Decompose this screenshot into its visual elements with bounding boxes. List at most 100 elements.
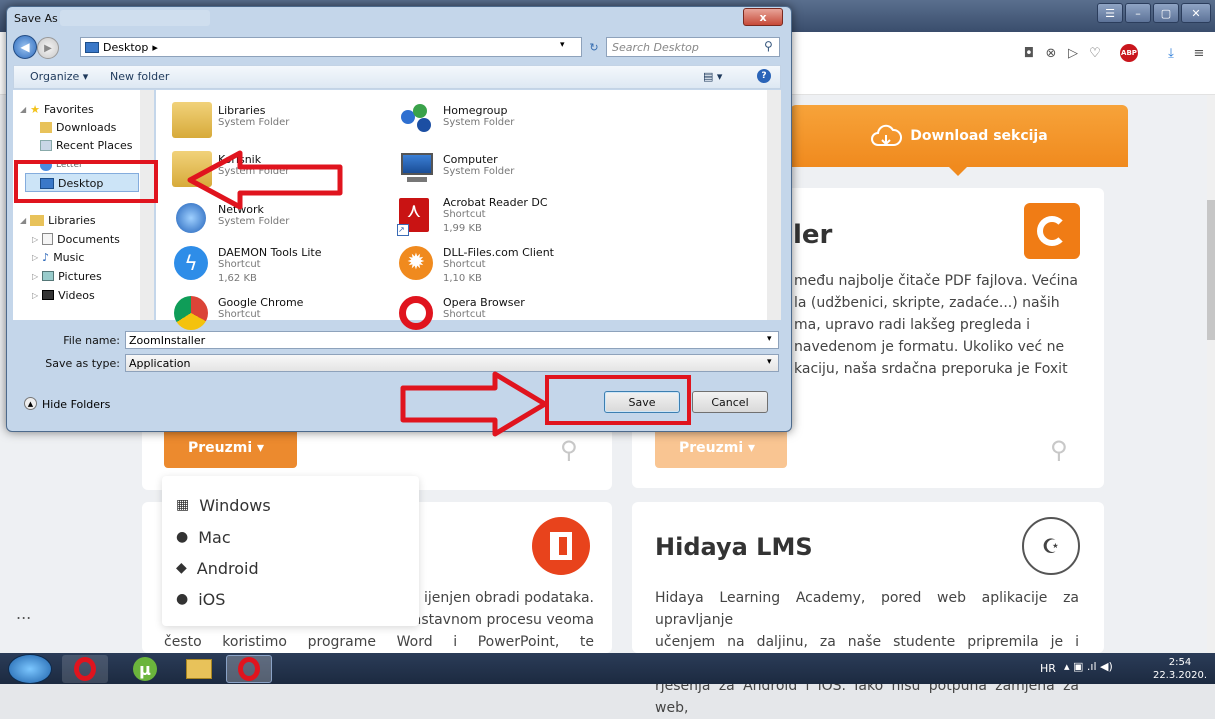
preuzmi-button-left[interactable]: Preuzmi ▾ <box>164 428 297 468</box>
cross-circle-icon[interactable]: ⊗ <box>1042 44 1060 62</box>
downloads-folder-icon <box>40 121 52 133</box>
file-list-scrollbar[interactable] <box>767 90 781 320</box>
browser-close-button[interactable]: ✕ <box>1181 3 1211 23</box>
address-bar[interactable]: Desktop ▸ <box>80 37 582 57</box>
chevron-up-icon[interactable]: ▲ <box>24 397 37 410</box>
nav-videos[interactable]: ▷ Videos <box>32 287 95 303</box>
link-icon-right[interactable]: ⚲ <box>1050 436 1068 464</box>
nav-recent-places[interactable]: Recent Places <box>40 137 133 153</box>
libraries-folder-icon <box>172 102 212 138</box>
apple-icon: ● <box>176 529 189 545</box>
start-button[interactable] <box>8 654 52 684</box>
nav-favorites[interactable]: ◢ ★ Favorites <box>20 101 94 117</box>
hidaya-title: Hidaya LMS <box>655 533 813 561</box>
send-icon[interactable]: ▷ <box>1064 44 1082 62</box>
cancel-button[interactable]: Cancel <box>692 391 768 413</box>
dropdown-item-mac[interactable]: ● Mac <box>176 526 231 548</box>
music-icon: ♪ <box>42 250 50 264</box>
preuzmi-button-right[interactable]: Preuzmi ▾ <box>655 428 787 468</box>
desktop-icon <box>85 41 99 53</box>
download-icon[interactable]: ⤓ <box>1162 44 1180 62</box>
annotation-box-save <box>545 375 691 425</box>
hide-folders-button[interactable]: Hide Folders <box>42 398 110 411</box>
computer-icon <box>397 151 437 187</box>
android-icon: ◆ <box>176 560 187 576</box>
annotation-arrow-right-icon <box>400 371 548 437</box>
taskbar-opera-icon[interactable] <box>62 655 108 683</box>
file-item-homegroup[interactable]: Homegroup System Folder <box>397 102 607 142</box>
annotation-box-desktop <box>14 160 158 203</box>
search-icon[interactable]: ⚲ <box>764 39 773 53</box>
more-menu-icon[interactable]: ... <box>16 604 31 623</box>
dialog-close-button[interactable]: x <box>743 8 783 26</box>
file-item-opera[interactable]: Opera Browser Shortcut <box>397 294 607 334</box>
view-options-icon[interactable]: ▤ ▾ <box>703 70 722 83</box>
foxit-logo <box>1024 203 1080 259</box>
refresh-icon[interactable]: ↻ <box>584 37 604 57</box>
new-folder-button[interactable]: New folder <box>110 70 169 83</box>
back-arrow-icon[interactable]: ◀ <box>13 35 37 59</box>
nav-libraries[interactable]: ◢ Libraries <box>20 212 96 228</box>
file-item-daemon-tools[interactable]: ϟ DAEMON Tools Lite Shortcut 1,62 KB <box>172 244 382 284</box>
taskbar-utorrent-icon[interactable]: µ <box>122 655 168 683</box>
language-indicator[interactable]: HR <box>1040 662 1056 675</box>
download-section-tab[interactable]: Download sekcija <box>790 105 1128 167</box>
save-type-label: Save as type: <box>45 357 120 370</box>
cloud-download-icon <box>871 124 903 146</box>
annotation-arrow-left-icon <box>187 150 343 210</box>
hidaya-logo: ☪ <box>1022 517 1080 575</box>
documents-icon <box>42 233 54 245</box>
file-name-input[interactable]: ZoomInstaller <box>125 331 779 349</box>
clock[interactable]: 2:54 22.3.2020. <box>1150 656 1210 682</box>
daemon-tools-icon: ϟ <box>172 244 212 280</box>
file-item-dll-files[interactable]: ✹ DLL-Files.com Client Shortcut 1,10 KB <box>397 244 607 284</box>
menu-icon[interactable]: ☰ <box>1097 3 1123 23</box>
organize-menu[interactable]: Organize ▾ <box>30 70 88 83</box>
file-item-libraries[interactable]: Libraries System Folder <box>172 102 382 142</box>
star-icon: ★ <box>30 102 41 116</box>
apple-icon: ● <box>176 591 189 607</box>
adblock-icon[interactable]: ABP <box>1120 44 1138 62</box>
page-scrollbar[interactable] <box>1207 95 1215 653</box>
dropdown-item-windows[interactable]: ▦ Windows <box>176 494 271 516</box>
file-item-computer[interactable]: Computer System Folder <box>397 151 607 191</box>
link-icon-left[interactable]: ⚲ <box>560 436 578 464</box>
videos-icon <box>42 290 55 300</box>
tray-icons[interactable]: ▴ ▣ .ıl ◀) <box>1064 660 1113 673</box>
recent-places-icon <box>40 139 52 151</box>
chrome-icon <box>172 294 212 330</box>
download-section-label: Download sekcija <box>910 128 1048 144</box>
foxit-title: ler <box>793 220 833 250</box>
taskbar-opera-active-icon[interactable] <box>226 655 272 683</box>
foxit-description: među najbolje čitače PDF fajlova. Većina… <box>794 273 1078 377</box>
nav-downloads[interactable]: Downloads <box>40 119 116 135</box>
file-item-google-chrome[interactable]: Google Chrome Shortcut <box>172 294 382 334</box>
search-input[interactable]: Search Desktop <box>606 37 780 57</box>
nav-pictures[interactable]: ▷ Pictures <box>32 268 102 284</box>
tab-pointer <box>948 166 968 176</box>
dropdown-item-android[interactable]: ◆ Android <box>176 557 259 579</box>
minimize-button[interactable]: – <box>1125 3 1151 23</box>
homegroup-icon <box>397 102 437 138</box>
nav-music[interactable]: ▷ ♪ Music <box>32 249 85 265</box>
file-name-label: File name: <box>63 334 120 347</box>
heart-icon[interactable]: ♡ <box>1086 44 1104 62</box>
settings-icon[interactable]: ≡ <box>1190 44 1208 62</box>
page-scrollbar-thumb[interactable] <box>1207 200 1215 340</box>
windows-icon: ▦ <box>176 497 190 513</box>
taskbar-explorer-icon[interactable] <box>176 655 222 683</box>
address-dropdown-icon[interactable]: ▾ <box>560 40 565 50</box>
forward-arrow-icon[interactable]: ▶ <box>37 37 59 59</box>
file-item-acrobat[interactable]: ⋏ ↗ Acrobat Reader DC Shortcut 1,99 KB <box>397 194 607 236</box>
file-name-dropdown-icon[interactable]: ▾ <box>767 334 772 344</box>
maximize-button[interactable]: ▢ <box>1153 3 1179 23</box>
nav-scrollbar[interactable] <box>140 90 154 320</box>
camera-icon[interactable]: ◘ <box>1020 44 1038 62</box>
dropdown-item-ios[interactable]: ● iOS <box>176 588 225 610</box>
libraries-icon <box>30 214 45 226</box>
save-type-dropdown-icon[interactable]: ▾ <box>767 357 772 367</box>
nav-documents[interactable]: ▷ Documents <box>32 231 120 247</box>
help-icon[interactable]: ? <box>757 69 771 83</box>
dialog-title: Save As <box>14 12 58 25</box>
opera-icon <box>397 294 437 330</box>
